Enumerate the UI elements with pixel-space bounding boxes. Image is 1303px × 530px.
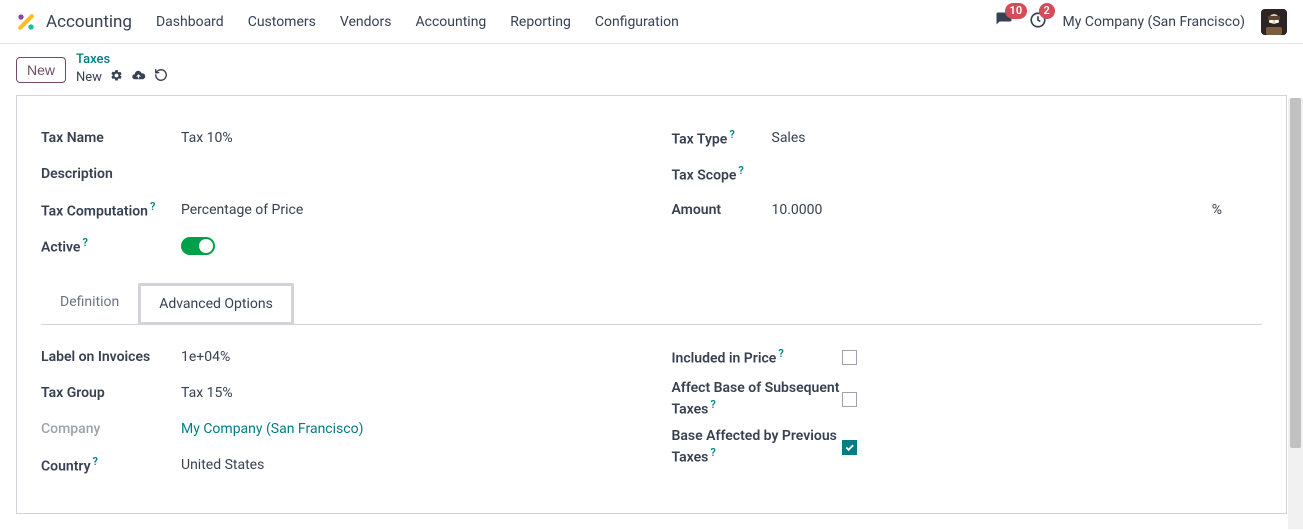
- form-sheet: Tax Name Tax 10% Description Tax Computa…: [16, 95, 1287, 514]
- advanced-left-column: Label on Invoices 1e+04% Tax Group Tax 1…: [41, 339, 632, 483]
- description-label: Description: [41, 166, 181, 182]
- control-bar: New Taxes New: [0, 44, 1303, 95]
- form-right-column: Tax Type? Sales Tax Scope? Amount 10.000…: [672, 120, 1263, 264]
- menu-reporting[interactable]: Reporting: [510, 14, 571, 30]
- tax-computation-label: Tax Computation?: [41, 200, 181, 220]
- tax-group-label: Tax Group: [41, 385, 181, 401]
- systray: 10 2 My Company (San Francisco): [995, 9, 1287, 35]
- advanced-right-column: Included in Price? Affect Base of Subseq…: [672, 339, 1263, 483]
- menu-customers[interactable]: Customers: [248, 14, 316, 30]
- app-logo-icon[interactable]: [16, 12, 36, 32]
- tax-type-value[interactable]: Sales: [772, 130, 806, 146]
- company-value[interactable]: My Company (San Francisco): [181, 421, 363, 437]
- help-icon[interactable]: ?: [738, 164, 743, 177]
- menu-configuration[interactable]: Configuration: [595, 14, 679, 30]
- amount-label: Amount: [672, 202, 772, 218]
- active-label: Active?: [41, 236, 181, 256]
- active-toggle[interactable]: [181, 237, 215, 255]
- included-in-price-checkbox[interactable]: [842, 350, 857, 365]
- form-left-column: Tax Name Tax 10% Description Tax Computa…: [41, 120, 632, 264]
- tax-name-value[interactable]: Tax 10%: [181, 130, 233, 146]
- help-icon[interactable]: ?: [729, 128, 734, 141]
- breadcrumb-current: New: [76, 70, 102, 86]
- included-in-price-label: Included in Price?: [672, 347, 842, 367]
- affect-base-label: Affect Base of Subsequent Taxes?: [672, 379, 842, 419]
- gear-icon[interactable]: [110, 69, 123, 87]
- help-icon[interactable]: ?: [710, 446, 715, 459]
- cloud-save-icon[interactable]: [131, 68, 146, 88]
- scrollbar-thumb[interactable]: [1290, 98, 1301, 448]
- label-on-invoices-label: Label on Invoices: [41, 349, 181, 365]
- form-tabs: Definition Advanced Options: [41, 282, 1262, 325]
- user-avatar[interactable]: [1261, 9, 1287, 35]
- help-icon[interactable]: ?: [93, 455, 98, 468]
- country-label: Country?: [41, 455, 181, 475]
- breadcrumb-parent[interactable]: Taxes: [76, 52, 168, 68]
- tax-scope-label: Tax Scope?: [672, 164, 772, 184]
- help-icon[interactable]: ?: [150, 200, 155, 213]
- tax-group-value[interactable]: Tax 15%: [181, 385, 233, 401]
- company-switcher[interactable]: My Company (San Francisco): [1063, 14, 1245, 30]
- base-affected-checkbox[interactable]: [842, 440, 857, 455]
- tab-advanced-options[interactable]: Advanced Options: [138, 283, 294, 325]
- main-menu: Dashboard Customers Vendors Accounting R…: [156, 14, 679, 30]
- amount-value[interactable]: 10.0000: [772, 202, 823, 218]
- tax-type-label: Tax Type?: [672, 128, 772, 148]
- module-title[interactable]: Accounting: [46, 12, 132, 32]
- menu-accounting[interactable]: Accounting: [415, 14, 486, 30]
- activities-icon[interactable]: 2: [1029, 11, 1047, 33]
- tax-name-label: Tax Name: [41, 130, 181, 146]
- help-icon[interactable]: ?: [710, 398, 715, 411]
- tab-definition[interactable]: Definition: [41, 283, 138, 325]
- activities-badge: 2: [1039, 3, 1055, 19]
- new-button[interactable]: New: [16, 57, 66, 83]
- company-label: Company: [41, 421, 181, 437]
- label-on-invoices-value[interactable]: 1e+04%: [181, 349, 230, 365]
- messages-icon[interactable]: 10: [995, 11, 1013, 33]
- country-value[interactable]: United States: [181, 457, 264, 473]
- menu-dashboard[interactable]: Dashboard: [156, 14, 224, 30]
- base-affected-label: Base Affected by Previous Taxes?: [672, 427, 842, 467]
- help-icon[interactable]: ?: [82, 236, 87, 249]
- messages-badge: 10: [1005, 3, 1028, 19]
- discard-icon[interactable]: [154, 68, 168, 87]
- tax-computation-value[interactable]: Percentage of Price: [181, 202, 303, 218]
- scrollbar[interactable]: [1288, 98, 1303, 529]
- amount-unit: %: [1212, 202, 1222, 218]
- help-icon[interactable]: ?: [778, 347, 783, 360]
- menu-vendors[interactable]: Vendors: [340, 14, 392, 30]
- breadcrumb: Taxes New: [76, 52, 168, 87]
- affect-base-checkbox[interactable]: [842, 392, 857, 407]
- top-navbar: Accounting Dashboard Customers Vendors A…: [0, 0, 1303, 44]
